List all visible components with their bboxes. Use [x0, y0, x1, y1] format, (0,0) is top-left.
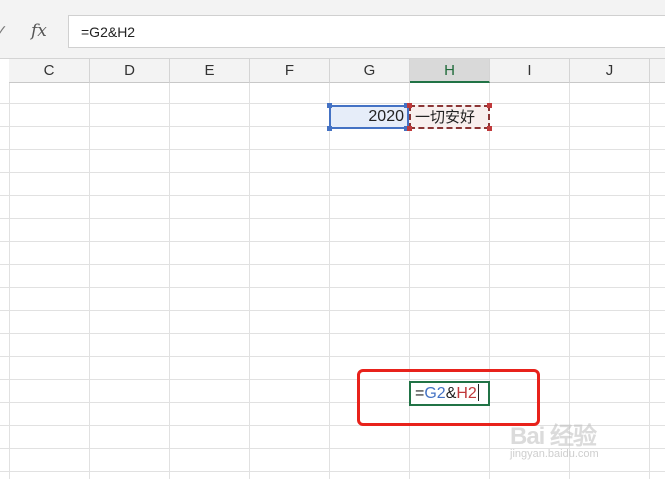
insert-function-icon[interactable]: fx	[31, 20, 55, 42]
watermark-logo: Bai 经验	[510, 423, 597, 450]
column-header-g[interactable]: G	[330, 59, 410, 83]
range-handle-icon[interactable]	[327, 103, 332, 108]
range-handle-icon[interactable]	[487, 126, 492, 131]
column-header-h[interactable]: H	[410, 59, 490, 83]
column-header-i[interactable]: I	[490, 59, 570, 83]
formula-bar: ✓ fx =G2&H2	[0, 0, 665, 59]
cell-h2[interactable]: 一切安好	[409, 105, 490, 129]
watermark-url: jingyan.baidu.com	[510, 448, 599, 460]
range-handle-icon[interactable]	[407, 126, 412, 131]
column-header-j[interactable]: J	[570, 59, 650, 83]
formula-input[interactable]: =G2&H2	[68, 15, 665, 48]
column-header-k[interactable]	[650, 59, 665, 83]
column-header-e[interactable]: E	[170, 59, 250, 83]
column-header-d[interactable]: D	[90, 59, 170, 83]
enter-check-icon[interactable]: ✓	[0, 20, 8, 40]
range-handle-icon[interactable]	[487, 103, 492, 108]
watermark: Bai 经验 jingyan.baidu.com	[510, 410, 660, 470]
cell-g2[interactable]: 2020	[329, 105, 409, 129]
column-header-c[interactable]: C	[9, 59, 90, 83]
range-handle-icon[interactable]	[327, 126, 332, 131]
range-handle-icon[interactable]	[407, 103, 412, 108]
formula-text: =G2&H2	[81, 24, 136, 40]
column-header-f[interactable]: F	[250, 59, 330, 83]
